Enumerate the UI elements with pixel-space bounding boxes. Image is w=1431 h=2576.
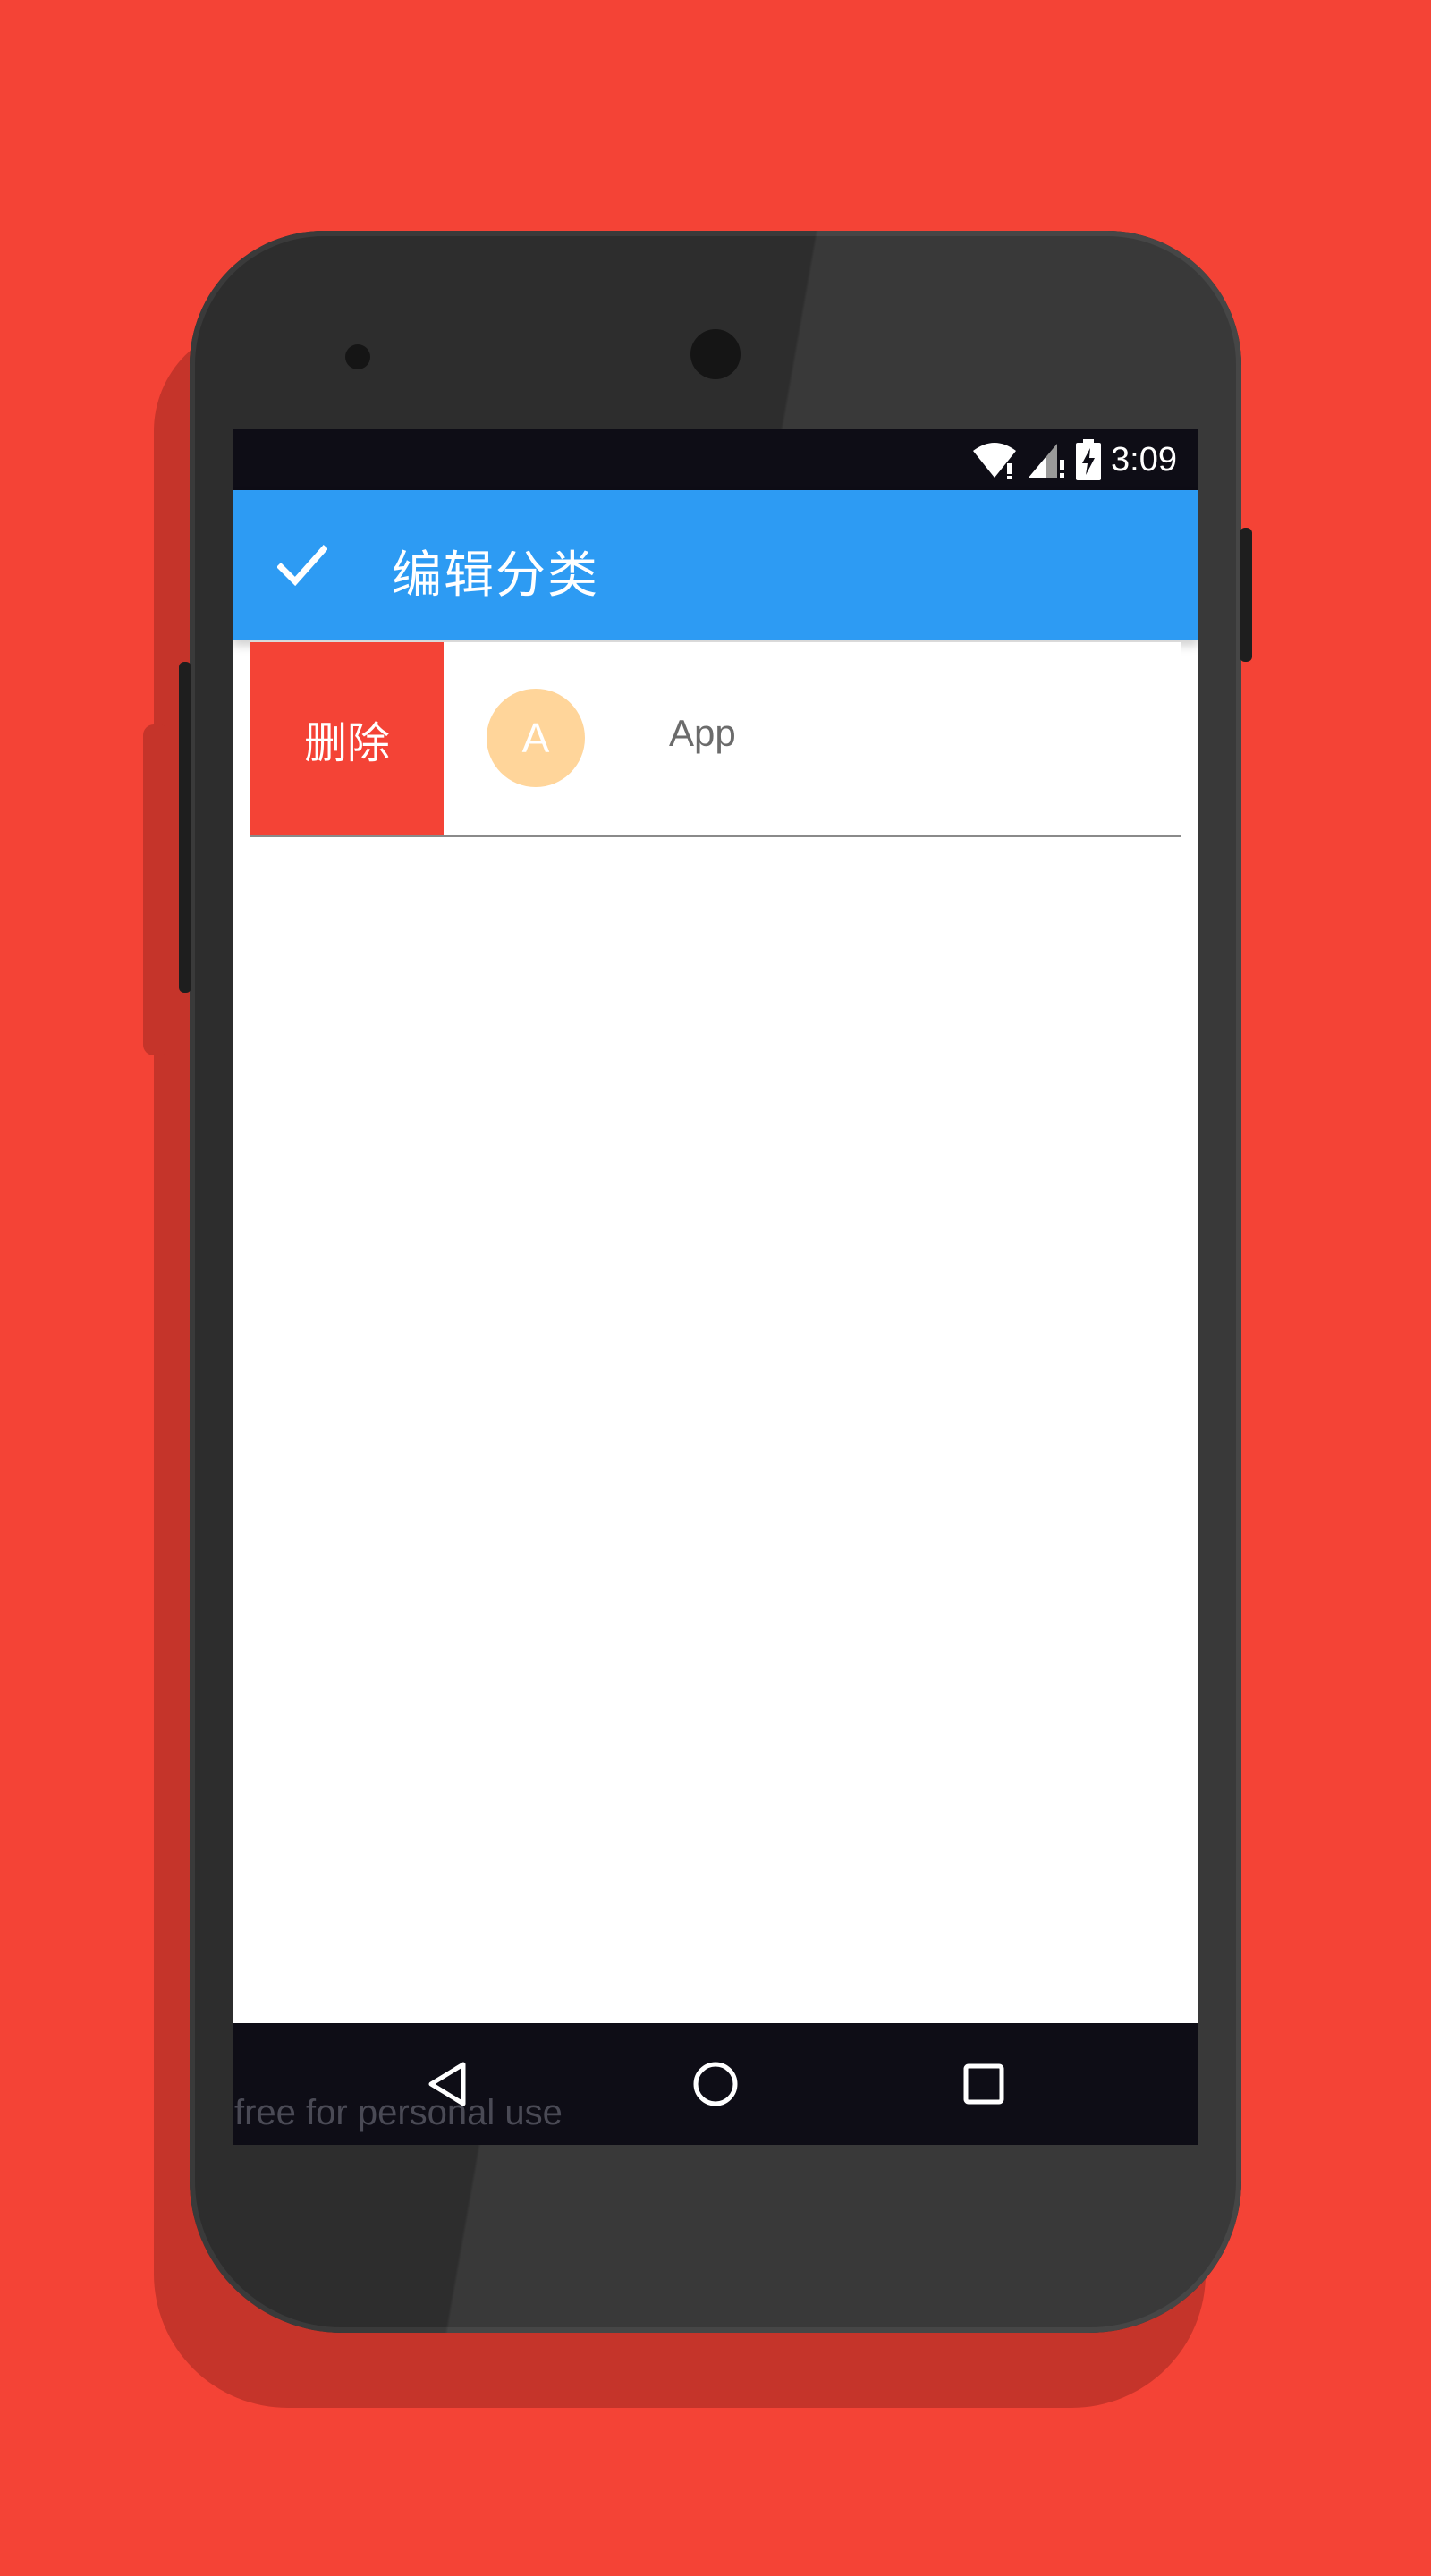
delete-button[interactable]: 删除 [250,642,444,835]
watermark: free for personal use [234,2093,563,2132]
status-time: 3:09 [1111,440,1177,479]
app-bar: 编辑分类 [233,490,1198,640]
wifi-icon [973,443,1017,479]
signal-icon [1029,444,1065,478]
phone-screen: 3:09 编辑分类 删除 A App [233,429,1198,2145]
battery-charging-icon [1076,439,1102,480]
status-bar: 3:09 [233,429,1198,490]
phone-side-shadow [143,724,170,1055]
recents-icon[interactable] [957,2057,1011,2111]
home-icon[interactable] [689,2057,742,2111]
check-icon[interactable] [277,542,327,589]
category-label: App [669,712,736,754]
front-camera [690,329,741,379]
sensor-dot [345,344,370,369]
page-title: 编辑分类 [392,547,599,605]
volume-button [179,662,191,993]
avatar: A [487,689,585,787]
list-item[interactable]: 删除 A App [250,642,1181,837]
power-button [1240,528,1252,662]
